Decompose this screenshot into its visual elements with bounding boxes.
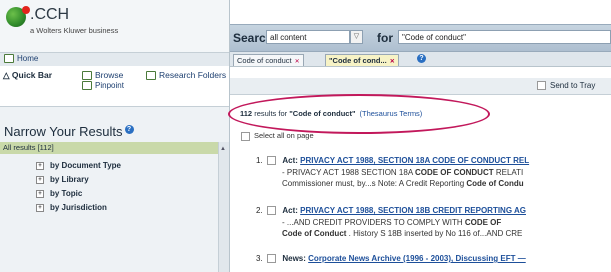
select-all-checkbox[interactable]: Select all on page [241, 131, 314, 141]
all-results-row[interactable]: All results [112] [0, 142, 229, 154]
pinpoint-icon [82, 81, 92, 91]
checkbox[interactable] [267, 206, 277, 216]
result-title-link[interactable]: PRIVACY ACT 1988, SECTION 18A CODE OF CO… [300, 156, 529, 165]
search-scope-select[interactable]: all content [266, 30, 350, 44]
facet-topic[interactable]: + by Topic [36, 189, 82, 198]
browse-icon [82, 71, 92, 81]
checkbox[interactable] [241, 131, 250, 141]
narrow-results-title: Narrow Your Results? [4, 124, 134, 139]
info-icon[interactable]: ? [417, 54, 426, 63]
help-icon[interactable]: ? [124, 124, 134, 134]
send-to-tray-button[interactable]: Send to Tray [537, 81, 595, 91]
scroll-up-icon[interactable]: ▲ [220, 146, 226, 152]
close-icon[interactable]: ✕ [295, 59, 300, 65]
facet-library[interactable]: + by Library [36, 175, 89, 184]
folder-icon [146, 71, 156, 81]
checkbox[interactable] [267, 156, 277, 166]
tab-research-folders[interactable]: Research Folders [146, 70, 226, 81]
logo-dot-icon [22, 6, 30, 14]
expand-icon: + [36, 161, 44, 170]
facet-jurisdiction[interactable]: + by Jurisdiction [36, 203, 107, 212]
doc-tab-2[interactable]: "Code of cond... ✕ [325, 54, 399, 66]
home-link[interactable]: Home [4, 54, 38, 64]
result-snippet: - PRIVACY ACT 1988 SECTION 18A CODE OF C… [282, 168, 524, 177]
triangle-icon: △ [3, 70, 12, 80]
result-item: 1. Act: PRIVACY ACT 1988, SECTION 18A CO… [256, 156, 530, 166]
highlight-ellipse [228, 94, 490, 134]
dropdown-arrow-icon[interactable]: ▽ [350, 30, 363, 44]
search-query-input[interactable]: "Code of conduct" [398, 30, 611, 44]
tab-quick-bar[interactable]: △ Quick Bar [3, 70, 52, 81]
expand-icon: + [36, 203, 44, 212]
result-title-link[interactable]: Corporate News Archive (1996 - 2003), Di… [308, 254, 526, 263]
result-snippet: - ...AND CREDIT PROVIDERS TO COMPLY WITH… [282, 218, 502, 227]
expand-icon: + [36, 175, 44, 184]
result-title-link[interactable]: PRIVACY ACT 1988, SECTION 18B CREDIT REP… [300, 206, 526, 215]
tab-browse[interactable]: Browse [82, 70, 123, 81]
logo-subtitle: a Wolters Kluwer business [30, 26, 119, 35]
checkbox[interactable] [267, 254, 277, 264]
tray-icon [537, 81, 546, 91]
logo-text: .CCH [30, 6, 70, 23]
tab-pinpoint[interactable]: Pinpoint [82, 81, 124, 91]
result-snippet: Code of Conduct . History S 18B inserted… [282, 229, 523, 238]
result-item: 2. Act: PRIVACY ACT 1988, SECTION 18B CR… [256, 206, 526, 216]
doc-tab-1[interactable]: Code of conduct ✕ [233, 54, 304, 66]
for-label: for [377, 31, 393, 45]
home-icon [4, 54, 14, 64]
close-icon[interactable]: ✕ [390, 59, 395, 65]
result-snippet: Commissioner must, by...s Note: A Credit… [282, 179, 524, 188]
expand-icon: + [36, 189, 44, 198]
scrollbar[interactable] [218, 142, 229, 272]
facet-document-type[interactable]: + by Document Type [36, 161, 121, 170]
result-item: 3. News: Corporate News Archive (1996 - … [256, 254, 526, 264]
